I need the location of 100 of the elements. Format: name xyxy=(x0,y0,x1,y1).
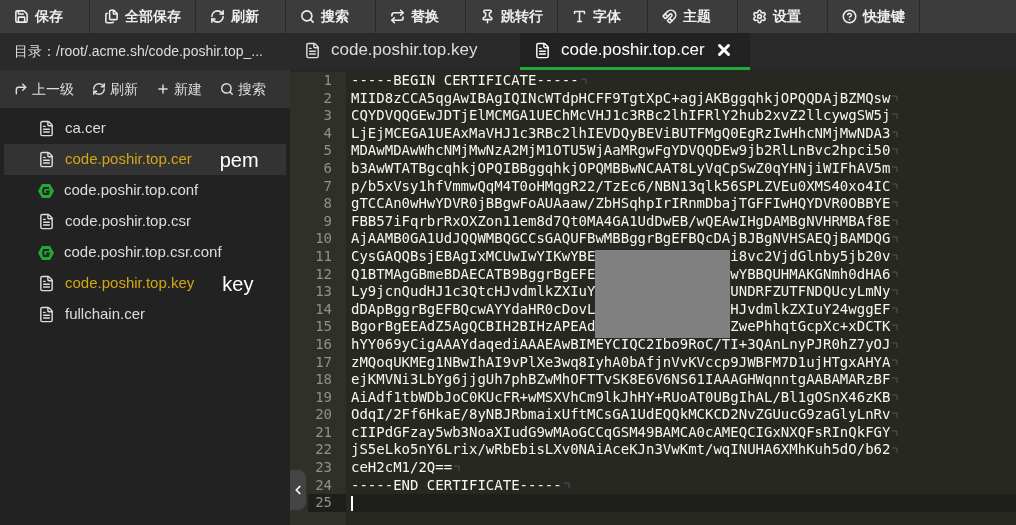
file-item[interactable]: code.poshir.top.key key xyxy=(4,268,286,299)
file-name: code.poshir.top.cer xyxy=(65,149,192,170)
file-name: code.poshir.top.conf xyxy=(64,180,199,201)
help-icon xyxy=(842,9,857,24)
line-number: 5 xyxy=(322,142,333,160)
line-end-mark-icon xyxy=(892,218,899,225)
line-number: 21 xyxy=(314,423,333,442)
file-name: code.poshir.top.csr.conf xyxy=(64,242,222,263)
files-icon xyxy=(104,9,119,24)
file-item[interactable]: code.poshir.top.cer pem xyxy=(4,144,286,175)
annotation-label: key xyxy=(222,271,254,297)
document-icon xyxy=(38,306,55,323)
line-end-mark-icon xyxy=(563,482,570,489)
plus-icon xyxy=(156,82,170,96)
annotation-label: pem xyxy=(219,147,259,173)
save-icon xyxy=(14,9,29,24)
line-end-mark-icon xyxy=(454,464,461,471)
line-end-mark-icon xyxy=(892,376,899,383)
file-name: fullchain.cer xyxy=(65,304,146,325)
document-icon xyxy=(38,151,55,168)
line-number: 25 xyxy=(308,494,346,512)
file-item[interactable]: code.poshir.top.csr.conf xyxy=(4,237,286,268)
file-name: code.poshir.top.csr xyxy=(65,211,191,232)
code-line: i8vc2VjdGlnby5jb20v xyxy=(730,247,891,266)
document-icon xyxy=(38,275,55,292)
file-item[interactable]: code.poshir.top.conf xyxy=(4,175,286,206)
code-line: ZwePhhqtGcpXc+xDCTK xyxy=(730,318,891,336)
line-end-mark-icon xyxy=(892,271,899,278)
line-number: 1 xyxy=(322,72,333,90)
code-line: UNDRFZUTFNDQUcyLmNy xyxy=(730,283,891,301)
g-hexagon-icon xyxy=(38,244,54,261)
file-name: ca.cer xyxy=(65,118,106,139)
code-line: cIIPdGFzay5wb3NoaXIudG9wMAoGCCqGSM49BAMCA0cAMEQCIGxNXQFsRInQkFGY xyxy=(351,423,891,442)
line-end-mark-icon xyxy=(892,412,899,419)
code-line: b3AwWTATBgcqhkjOPQIBBggqhkjOPQMBBwNCAAT8LyVqCpSwZ0qYHNjiWIFhAV5m xyxy=(351,159,891,178)
line-end-mark-icon xyxy=(892,447,899,454)
file-item[interactable]: fullchain.cer xyxy=(4,299,286,330)
collapse-handle[interactable] xyxy=(290,470,306,510)
code-line: dDApBggrBgEFBQcwAYYdaHR0cDovL xyxy=(351,300,596,319)
directory-path: 目录：/root/.acme.sh/code.poshir.top_... xyxy=(0,33,290,70)
code-line: AiAdf1tbWDbJoC0KUcFR+wMSXVhCm9lkJhHY+RUoAT0UBgIhAL/Bl1gOSnX46zKB xyxy=(351,388,891,407)
settings-icon xyxy=(752,9,767,24)
line-number: 24 xyxy=(314,476,333,495)
line-number: 8 xyxy=(322,195,333,213)
code-line: gTCCAn0wHwYDVR0jBBgwFoAUAaaw/ZbHSqhpIrIRnmDbajTGFFIwHQYDVR0OBBYE xyxy=(351,195,891,213)
file-item[interactable]: code.poshir.top.csr xyxy=(4,206,286,237)
sidebar-action[interactable]: 刷新 xyxy=(92,78,138,100)
refresh-icon xyxy=(210,9,225,24)
line-end-mark-icon xyxy=(892,394,899,401)
code-line: OdqI/2Ff6HkaE/8yNBJRbmaixUftMCsGA1UdEQQkMCKCD2NvZGUucG9zaGlyLnRv xyxy=(351,406,891,424)
code-line: -----BEGIN CERTIFICATE----- xyxy=(351,72,579,90)
line-number: 17 xyxy=(314,353,333,372)
code-line: HJvdmlkZXIuY24wggEF xyxy=(730,300,891,319)
line-number: 14 xyxy=(314,300,333,319)
code-line: Ly9jcnQudHJ1c3QtcHJvdmlkZXIuY xyxy=(351,283,596,301)
line-number: 18 xyxy=(314,371,333,389)
line-end-mark-icon xyxy=(892,341,899,348)
line-end-mark-icon xyxy=(892,236,899,243)
line-end-mark-icon xyxy=(892,324,899,331)
line-end-mark-icon xyxy=(892,130,899,137)
file-name: code.poshir.top.key xyxy=(65,273,195,294)
file-tab[interactable]: code.poshir.top.key xyxy=(290,33,520,70)
pin-icon xyxy=(480,9,495,24)
magnet-icon xyxy=(662,9,677,24)
line-number: 7 xyxy=(322,177,333,196)
line-number: 13 xyxy=(314,283,333,301)
code-line: -----END CERTIFICATE----- xyxy=(351,476,562,495)
line-number: 15 xyxy=(314,318,333,336)
line-number: 6 xyxy=(322,159,333,178)
line-number: 16 xyxy=(314,335,333,354)
code-line: ceH2cM1/2Q== xyxy=(351,459,453,477)
sidebar-action[interactable]: 新建 xyxy=(156,78,202,100)
sidebar-action[interactable]: 搜索 xyxy=(220,78,266,100)
file-item[interactable]: ca.cer xyxy=(4,113,286,144)
text-cursor xyxy=(351,495,353,511)
line-number: 9 xyxy=(322,212,333,231)
line-number: 20 xyxy=(314,406,333,424)
line-end-mark-icon xyxy=(892,288,899,295)
line-number: 2 xyxy=(322,89,333,108)
code-line: zMQoqUKMEg1NBwIhAI9vPlXe3wq8IyhA0bAfjnVvKVccp9JWBFM7D1ujHTgxAHYA xyxy=(351,353,891,372)
code-line: wYBBQUHMAKGNmh0dHA6 xyxy=(730,265,891,284)
line-number: 3 xyxy=(322,107,333,125)
document-icon xyxy=(534,41,551,59)
code-line: MDAwMDAwWhcNMjMwNzA2MjM1OTU5WjAaMRgwFgYDVQQDEw9jb2RlLnBvc2hpci50 xyxy=(351,142,891,160)
code-line: p/b5xVsy1hfVmmwQqM4T0oHMqgR22/TzEc6/NBN13qlk56SPLZVEu0XMS40xo4IC xyxy=(351,177,891,196)
line-end-mark-icon xyxy=(892,113,899,119)
line-end-mark-icon xyxy=(892,359,899,366)
sidebar-action[interactable]: 上一级 xyxy=(14,78,74,100)
line-end-mark-icon xyxy=(892,200,899,207)
line-number: 19 xyxy=(314,388,333,407)
document-icon xyxy=(38,120,55,137)
line-number: 4 xyxy=(322,124,333,143)
line-end-mark-icon xyxy=(892,429,899,436)
line-end-mark-icon xyxy=(580,77,587,84)
code-line: BgorBgEEAdZ5AgQCBIH2BIHzAPEAd xyxy=(351,318,596,336)
file-tab[interactable]: code.poshir.top.cer xyxy=(520,33,750,70)
line-end-mark-icon xyxy=(892,95,899,102)
arrow-icon xyxy=(14,82,28,96)
code-line: CysGAQQBsjEBAgIxMCUwIwYIKwYBE xyxy=(351,247,596,266)
line-number: 23 xyxy=(314,459,333,477)
